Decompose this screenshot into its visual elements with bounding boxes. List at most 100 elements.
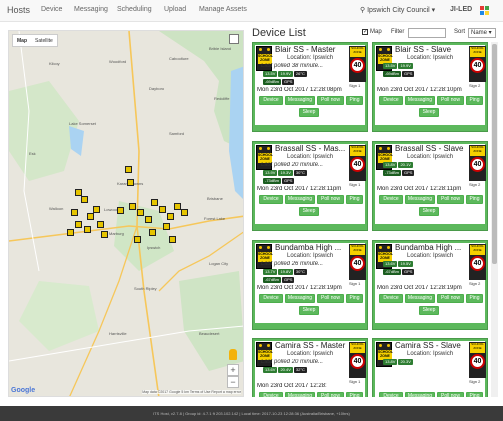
poll-now-button[interactable]: Poll now xyxy=(317,392,344,397)
ping-button[interactable]: Ping xyxy=(346,392,363,397)
device-title[interactable]: Blair SS - Slave xyxy=(395,45,467,54)
zoom-out-button[interactable]: − xyxy=(227,376,239,388)
sign-marker[interactable] xyxy=(101,231,108,238)
sign-marker[interactable] xyxy=(127,179,134,186)
sleep-button[interactable]: Sleep xyxy=(419,108,439,117)
device-list-scrollbar[interactable] xyxy=(491,42,498,397)
device-card[interactable]: SCHOOL ZONE Brassall SS - Mas... Location:… xyxy=(252,141,368,231)
sign-marker[interactable] xyxy=(75,221,82,228)
messaging-button[interactable]: Messaging xyxy=(285,392,315,397)
sign-marker[interactable] xyxy=(75,189,82,196)
account-menu[interactable]: ⚲ Ipswich City Council ▾ xyxy=(360,6,435,14)
device-title[interactable]: Camira SS - Master xyxy=(275,341,347,350)
ping-button[interactable]: Ping xyxy=(466,195,483,204)
device-title[interactable]: Blair SS - Master xyxy=(275,45,347,54)
device-card[interactable]: SCHOOL ZONE Bundamba High ... Location: Ip… xyxy=(372,240,488,330)
sign-marker[interactable] xyxy=(167,213,174,220)
device-button[interactable]: Device xyxy=(259,392,283,397)
sign-marker[interactable] xyxy=(145,216,152,223)
device-card[interactable]: SCHOOL ZONE Brassall SS - Slave Location: … xyxy=(372,141,488,231)
ping-button[interactable]: Ping xyxy=(466,294,483,303)
sign-marker[interactable] xyxy=(163,223,170,230)
sign-marker[interactable] xyxy=(174,203,181,210)
sleep-button[interactable]: Sleep xyxy=(299,207,319,216)
device-button[interactable]: Device xyxy=(259,294,283,303)
nav-messaging[interactable]: Messaging xyxy=(74,6,108,13)
messaging-button[interactable]: Messaging xyxy=(405,96,435,105)
nav-scheduling[interactable]: Scheduling xyxy=(117,6,152,13)
sign-marker[interactable] xyxy=(71,209,78,216)
nav-upload[interactable]: Upload xyxy=(164,6,186,13)
sign-marker[interactable] xyxy=(151,199,158,206)
sign-marker[interactable] xyxy=(93,206,100,213)
nav-device[interactable]: Device xyxy=(41,6,62,13)
brand-link[interactable]: Hosts xyxy=(7,5,30,15)
sign-marker[interactable] xyxy=(84,226,91,233)
device-button[interactable]: Device xyxy=(379,195,403,204)
device-title[interactable]: Camira SS - Slave xyxy=(395,341,467,350)
sign-marker[interactable] xyxy=(97,221,104,228)
sleep-button[interactable]: Sleep xyxy=(419,207,439,216)
poll-now-button[interactable]: Poll now xyxy=(437,96,464,105)
device-button[interactable]: Device xyxy=(259,195,283,204)
messaging-button[interactable]: Messaging xyxy=(285,195,315,204)
map-type-map-button[interactable]: Map xyxy=(13,35,31,46)
sleep-button[interactable]: Sleep xyxy=(299,108,319,117)
sign-marker[interactable] xyxy=(181,209,188,216)
messaging-button[interactable]: Messaging xyxy=(285,96,315,105)
zoom-in-button[interactable]: + xyxy=(227,364,239,376)
status-chip: 13.8V xyxy=(383,162,398,168)
sign-marker[interactable] xyxy=(67,229,74,236)
messaging-button[interactable]: Messaging xyxy=(405,294,435,303)
device-button[interactable]: Device xyxy=(379,392,403,397)
sort-select[interactable]: Name ▾ xyxy=(468,28,496,38)
device-button[interactable]: Device xyxy=(379,294,403,303)
poll-now-button[interactable]: Poll now xyxy=(317,96,344,105)
device-button[interactable]: Device xyxy=(379,96,403,105)
device-title[interactable]: Brassall SS - Slave xyxy=(395,144,467,153)
poll-now-button[interactable]: Poll now xyxy=(437,392,464,397)
poll-now-button[interactable]: Poll now xyxy=(317,195,344,204)
sign-marker[interactable] xyxy=(134,236,141,243)
poll-now-button[interactable]: Poll now xyxy=(317,294,344,303)
map-type-satellite-button[interactable]: Satellite xyxy=(31,35,57,46)
filter-input[interactable] xyxy=(408,28,446,38)
device-card[interactable]: SCHOOL ZONE Bundamba High ... Location: Ip… xyxy=(252,240,368,330)
sign-marker[interactable] xyxy=(81,196,88,203)
street-view-pegman-icon[interactable] xyxy=(229,349,237,360)
device-title[interactable]: Bundamba High ... xyxy=(275,243,347,252)
sign-marker[interactable] xyxy=(129,203,136,210)
sign-marker[interactable] xyxy=(149,229,156,236)
ping-button[interactable]: Ping xyxy=(346,195,363,204)
sign-marker[interactable] xyxy=(159,206,166,213)
messaging-button[interactable]: Messaging xyxy=(285,294,315,303)
sign-marker[interactable] xyxy=(87,213,94,220)
device-title[interactable]: Bundamba High ... xyxy=(395,243,467,252)
device-card[interactable]: SCHOOL ZONE Camira SS - Slave Location: Ip… xyxy=(372,338,488,397)
device-card[interactable]: SCHOOL ZONE Blair SS - Slave Location: Ips… xyxy=(372,42,488,132)
ping-button[interactable]: Ping xyxy=(466,96,483,105)
ping-button[interactable]: Ping xyxy=(466,392,483,397)
device-card[interactable]: SCHOOL ZONE Blair SS - Master Location: Ip… xyxy=(252,42,368,132)
device-title[interactable]: Brassall SS - Mas... xyxy=(275,144,347,153)
ping-button[interactable]: Ping xyxy=(346,96,363,105)
nav-manage-assets[interactable]: Manage Assets xyxy=(199,6,247,13)
sign-marker[interactable] xyxy=(137,209,144,216)
ping-button[interactable]: Ping xyxy=(346,294,363,303)
poll-now-button[interactable]: Poll now xyxy=(437,294,464,303)
sleep-button[interactable]: Sleep xyxy=(419,306,439,315)
sleep-button[interactable]: Sleep xyxy=(299,306,319,315)
sign-marker[interactable] xyxy=(169,236,176,243)
device-button[interactable]: Device xyxy=(259,96,283,105)
map-attribution[interactable]: Map data ©2017 Google 5 km Terms of Use … xyxy=(142,390,241,394)
map-toggle-checkbox[interactable]: ✓ xyxy=(362,29,368,35)
fullscreen-icon[interactable] xyxy=(229,34,239,44)
device-card[interactable]: SCHOOL ZONE Camira SS - Master Location: I… xyxy=(252,338,368,397)
messaging-button[interactable]: Messaging xyxy=(405,392,435,397)
messaging-button[interactable]: Messaging xyxy=(405,195,435,204)
device-map[interactable]: Map Satellite Kilcoy Woodford Caboolture… xyxy=(8,30,244,397)
scrollbar-thumb[interactable] xyxy=(492,44,497,264)
poll-now-button[interactable]: Poll now xyxy=(437,195,464,204)
sign-marker[interactable] xyxy=(125,166,132,173)
sign-marker[interactable] xyxy=(117,207,124,214)
